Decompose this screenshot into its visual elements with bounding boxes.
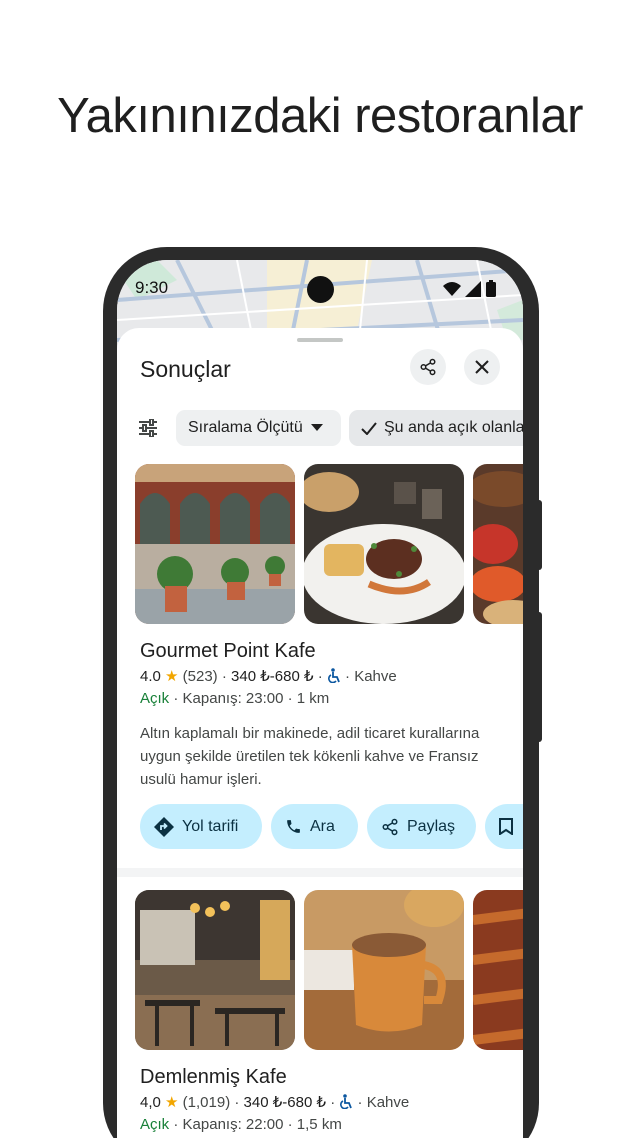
place-meta: 4,0 ★ (1,019) · 340 ₺-680 ₺ · · Kahve [140, 1093, 409, 1111]
price-range: 340 ₺-680 ₺ [231, 668, 314, 685]
share-button[interactable] [410, 349, 446, 385]
photo-steak-plate[interactable] [304, 464, 464, 624]
sort-dropdown[interactable]: Sıralama Ölçütü [176, 410, 341, 446]
status-time: 9:30 [135, 278, 169, 297]
separator-dot: · [173, 690, 183, 707]
phone-icon [287, 820, 300, 833]
signal-icon [465, 281, 481, 297]
price-range: 340 ₺-680 ₺ [243, 1094, 327, 1111]
separator-dot: · [330, 1094, 340, 1111]
action-row: Yol tarifi Ara Paylaş [140, 804, 523, 849]
place-meta: 4.0 ★ (523) · 340 ₺-680 ₺ · · Kahve [140, 667, 397, 685]
rating-value: 4,0 [140, 1094, 161, 1111]
photo-mezes[interactable] [473, 464, 523, 624]
front-camera [307, 276, 334, 303]
rating-value: 4.0 [140, 668, 161, 685]
wheelchair-icon [340, 1094, 353, 1110]
separator-dot: · [345, 668, 355, 685]
results-sheet: Sonuçlar Sıralama Ölçütü Şu anda açık ol… [117, 328, 523, 1138]
place-description: Altın kaplamalı bir makinede, adil ticar… [140, 725, 480, 788]
category: Kahve [354, 668, 397, 685]
place-hours: Açık · Kapanış: 23:00 · 1 km [140, 690, 329, 707]
photo-turkish-coffee[interactable] [304, 890, 464, 1050]
star-icon: ★ [165, 668, 179, 685]
closing-time: Kapanış: 22:00 [182, 1116, 284, 1133]
share-place-button[interactable]: Paylaş [367, 804, 476, 849]
share-icon [420, 358, 436, 376]
phone-volume-button [536, 612, 542, 742]
result-divider [117, 868, 523, 877]
distance: 1,5 km [296, 1116, 342, 1133]
review-count: (1,019) [182, 1094, 231, 1111]
dropdown-arrow-icon [310, 424, 323, 431]
open-now-label: Şu anda açık olanlar [384, 419, 523, 436]
battery-icon [486, 282, 496, 297]
page-headline: Yakınınızdaki restoranlar [57, 89, 583, 143]
open-status: Açık [140, 1116, 170, 1133]
separator-dot: · [234, 1094, 244, 1111]
place-hours: Açık · Kapanış: 22:00 · 1,5 km [140, 1116, 342, 1133]
result-photos[interactable] [135, 890, 523, 1050]
separator-dot: · [287, 690, 297, 707]
wifi-icon [443, 282, 461, 296]
result-photos[interactable] [135, 464, 523, 624]
separator-dot: · [287, 1116, 297, 1133]
separator-dot: · [221, 668, 232, 685]
call-label: Ara [310, 817, 335, 835]
review-count: (523) [182, 668, 218, 685]
call-button[interactable]: Ara [271, 804, 358, 849]
close-button[interactable] [464, 349, 500, 385]
share-label: Paylaş [407, 817, 456, 835]
open-status: Açık [140, 690, 170, 707]
sheet-title: Sonuçlar [140, 356, 231, 382]
star-icon: ★ [165, 1094, 179, 1111]
drag-handle[interactable] [297, 338, 343, 342]
share-icon [382, 818, 398, 835]
directions-icon [154, 816, 174, 837]
save-button[interactable] [485, 804, 523, 849]
phone-screen: 9:30 Sonuçlar Sıralama Ölçütü Şu anda aç… [117, 260, 523, 1138]
status-bar: 9:30 [117, 276, 523, 303]
open-now-chip[interactable]: Şu anda açık olanlar [349, 410, 523, 446]
place-name[interactable]: Gourmet Point Kafe [140, 640, 316, 663]
sort-label: Sıralama Ölçütü [188, 419, 303, 436]
check-icon [361, 421, 377, 435]
bookmark-icon [499, 818, 513, 835]
filter-settings-button[interactable] [135, 416, 161, 440]
filter-bar: Sıralama Ölçütü Şu anda açık olanlar [117, 410, 523, 446]
directions-button[interactable]: Yol tarifi [140, 804, 262, 849]
directions-label: Yol tarifi [182, 817, 239, 835]
status-icons [443, 280, 496, 297]
close-icon [475, 360, 489, 374]
place-name[interactable]: Demlenmiş Kafe [140, 1066, 287, 1089]
separator-dot: · [173, 1116, 183, 1133]
separator-dot: · [357, 1094, 367, 1111]
tune-icon [139, 419, 157, 437]
wheelchair-icon [327, 668, 340, 684]
category: Kahve [366, 1094, 410, 1111]
photo-interior-arches[interactable] [135, 464, 295, 624]
distance: 1 km [296, 690, 330, 707]
closing-time: Kapanış: 23:00 [182, 690, 284, 707]
phone-power-button [536, 500, 542, 570]
photo-pastry[interactable] [473, 890, 523, 1050]
separator-dot: · [317, 668, 327, 685]
photo-cafe-interior[interactable] [135, 890, 295, 1050]
